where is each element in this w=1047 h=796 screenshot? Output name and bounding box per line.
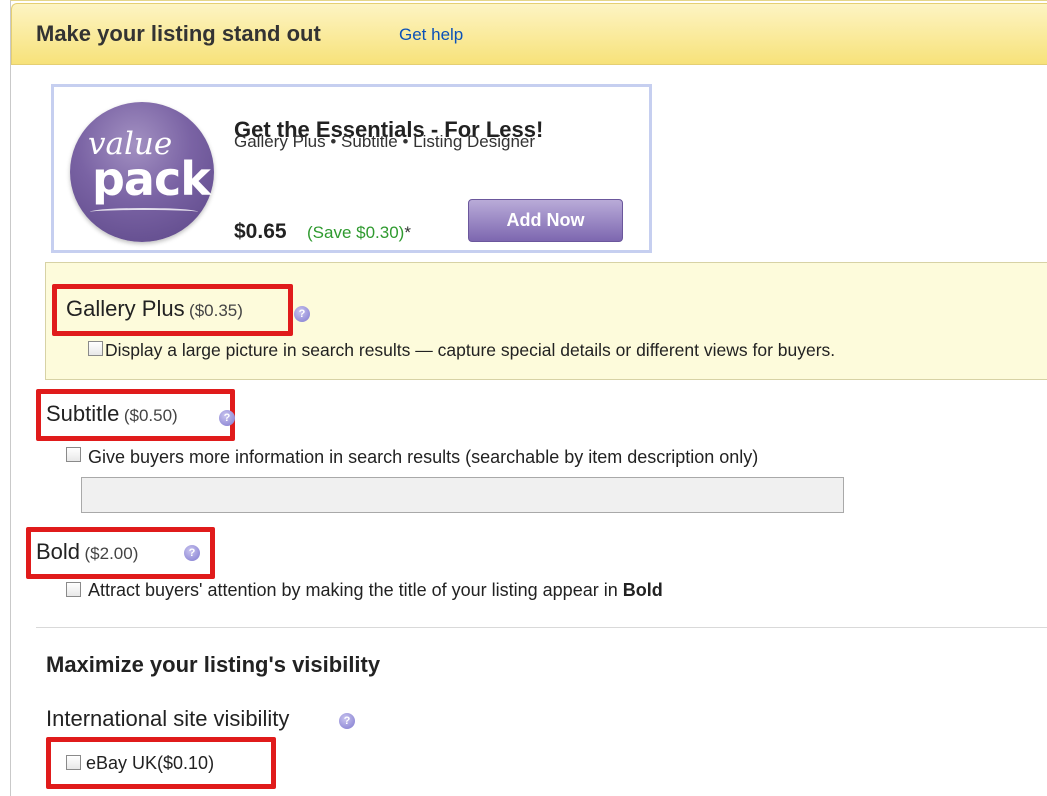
promo-savings: (Save $0.30)* [307, 223, 411, 243]
subtitle-input[interactable] [81, 477, 844, 513]
gallery-plus-heading: Gallery Plus ($0.35) [66, 296, 243, 322]
gallery-plus-help-icon[interactable]: ? [294, 306, 310, 322]
bold-checkbox[interactable] [66, 582, 81, 597]
logo-text-pack: pack [92, 152, 211, 206]
bold-description-text: Attract buyers' attention by making the … [88, 580, 623, 600]
gallery-plus-price: ($0.35) [189, 301, 243, 320]
section-divider [36, 627, 1047, 628]
bold-heading: Bold ($2.00) [36, 539, 138, 565]
gallery-plus-label: Gallery Plus [66, 296, 185, 321]
promo-included-items: Gallery Plus • Subtitle • Listing Design… [234, 132, 536, 151]
subtitle-description: Give buyers more information in search r… [88, 447, 759, 467]
international-visibility-label: International site visibility [46, 706, 290, 731]
subtitle-heading: Subtitle ($0.50) [46, 401, 178, 427]
section-title: Make your listing stand out [36, 21, 321, 46]
bold-description-emphasis: Bold [622, 580, 663, 600]
promo-asterisk: * [404, 223, 411, 242]
bold-help-icon[interactable]: ? [184, 545, 200, 561]
gallery-plus-checkbox[interactable] [88, 341, 103, 356]
logo-swoosh [90, 208, 198, 216]
value-pack-logo: value pack [70, 102, 214, 242]
subtitle-help-icon[interactable]: ? [219, 410, 235, 426]
ebay-uk-checkbox[interactable] [66, 755, 81, 770]
subtitle-label: Subtitle [46, 401, 120, 426]
value-pack-promo: value pack Get the Essentials - For Less… [51, 84, 652, 253]
visibility-section-title: Maximize your listing's visibility [46, 652, 381, 677]
section-header: Make your listing stand out Get help [11, 3, 1047, 65]
gallery-plus-description: Display a large picture in search result… [105, 340, 836, 360]
promo-price: $0.65 [234, 220, 287, 243]
subtitle-checkbox[interactable] [66, 447, 81, 462]
promo-savings-text: (Save $0.30) [307, 223, 405, 242]
bold-label: Bold [36, 539, 81, 564]
subtitle-price: ($0.50) [123, 406, 178, 425]
bold-description: Attract buyers' attention by making the … [88, 580, 663, 601]
ebay-uk-label: eBay UK($0.10) [86, 753, 215, 773]
international-help-icon[interactable]: ? [339, 713, 355, 729]
get-help-link[interactable]: Get help [399, 25, 463, 45]
add-now-button[interactable]: Add Now [468, 199, 623, 242]
bold-price: ($2.00) [84, 544, 139, 563]
